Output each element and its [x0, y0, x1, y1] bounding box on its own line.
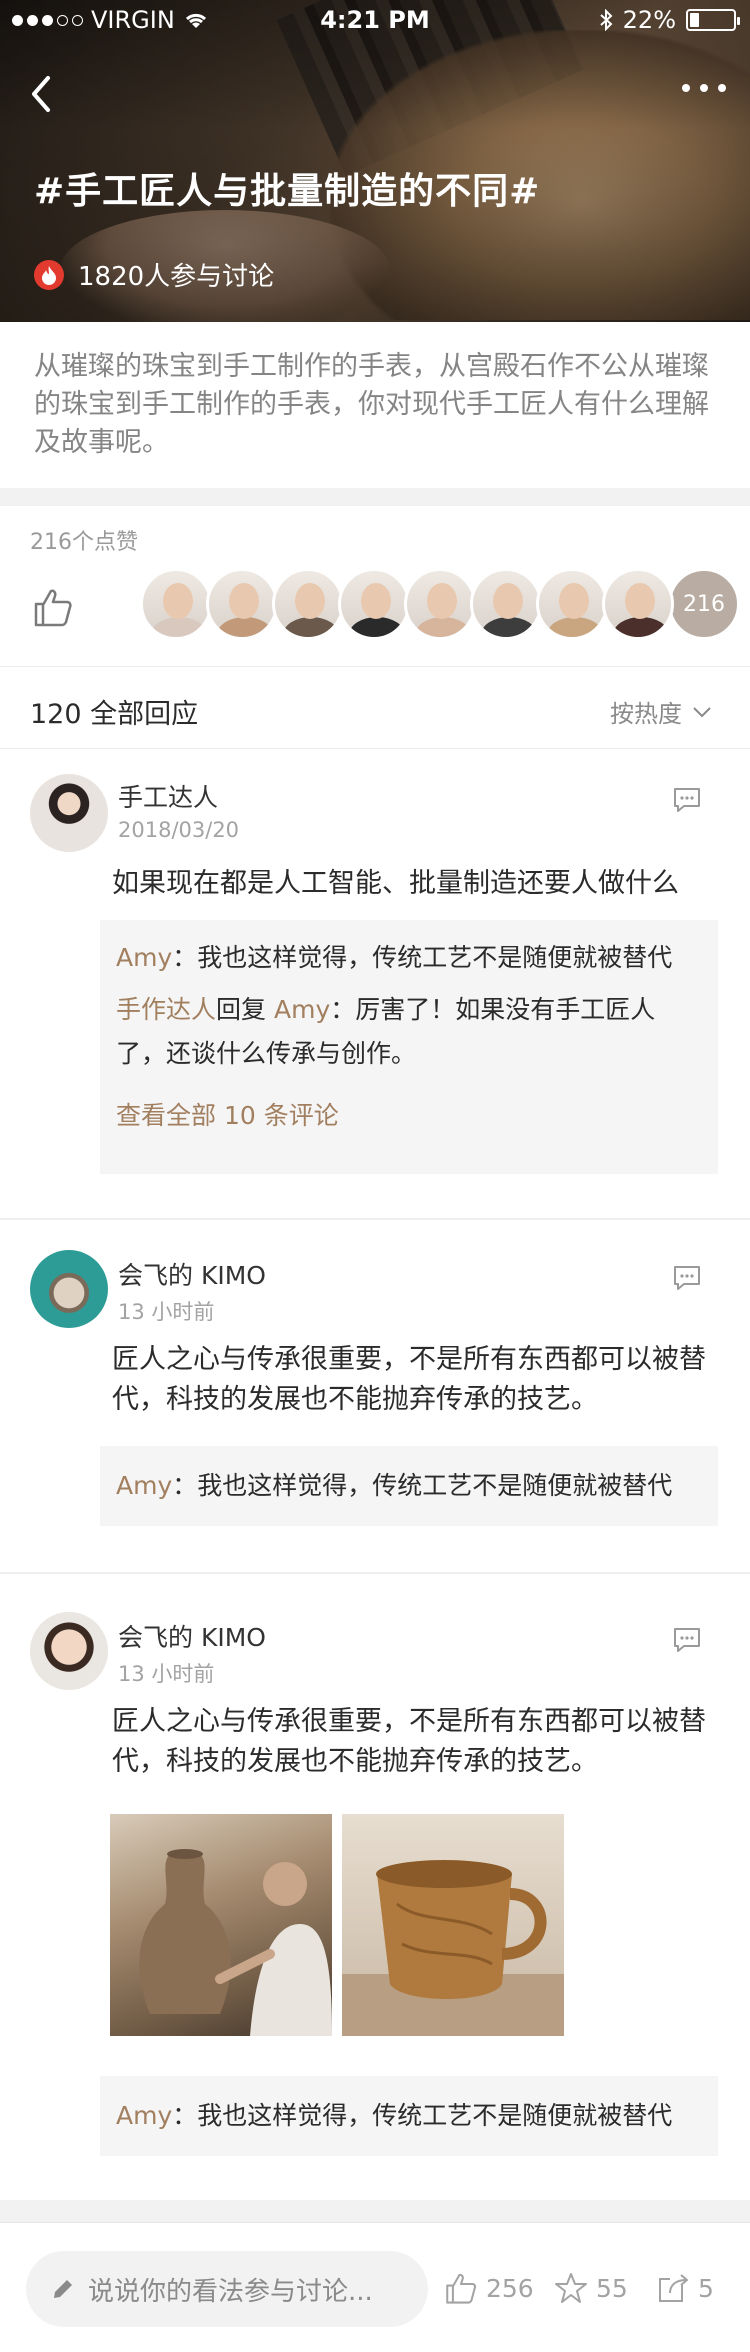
- vase-image: [139, 1849, 332, 2036]
- liker-avatar[interactable]: [140, 568, 212, 640]
- share-count: 5: [698, 2273, 714, 2303]
- back-chevron-icon[interactable]: [24, 72, 60, 116]
- share-icon: [659, 2274, 688, 2302]
- liker-avatars[interactable]: 216: [140, 568, 740, 640]
- like-count: 256: [486, 2273, 534, 2303]
- fire-icon: [34, 259, 64, 290]
- liker-avatar[interactable]: [338, 568, 410, 640]
- reply-author[interactable]: Amy: [116, 1471, 172, 1500]
- reply-text: 我也这样觉得，传统工艺不是随便就被替代: [197, 1471, 673, 1500]
- comment-input-placeholder: 说说你的看法参与讨论...: [88, 2276, 373, 2307]
- reply-target[interactable]: Amy: [274, 995, 330, 1024]
- comment-author[interactable]: 手工达人: [118, 778, 218, 814]
- reply-text: 我也这样觉得，传统工艺不是随便就被替代: [197, 943, 673, 972]
- battery-percent: 22%: [622, 6, 676, 34]
- likes-label: 216个点赞: [30, 530, 138, 555]
- comment-time: 2018/03/20: [118, 818, 240, 842]
- comment-text: 匠人之心与传承很重要，不是所有东西都可以被替代，科技的发展也不能抛弃传承的技艺。: [112, 1706, 706, 1777]
- participants-count: 1820人参与讨论: [34, 256, 274, 293]
- reply-item[interactable]: 手作达人回复 Amy：厉害了！如果没有手工匠人了，还谈什么传承与创作。: [116, 988, 702, 1076]
- reply-author[interactable]: 手作达人: [116, 995, 216, 1024]
- like-button[interactable]: 256: [444, 2271, 534, 2305]
- liker-avatar[interactable]: [272, 568, 344, 640]
- comment-text: 匠人之心与传承很重要，不是所有东西都可以被替代，科技的发展也不能抛弃传承的技艺。: [112, 1344, 706, 1415]
- section-divider: [0, 488, 750, 506]
- battery-icon: [686, 9, 740, 31]
- reply-item[interactable]: Amy：我也这样觉得，传统工艺不是随便就被替代: [116, 1466, 702, 1506]
- reply-item[interactable]: Amy：我也这样觉得，传统工艺不是随便就被替代: [116, 2096, 702, 2136]
- liker-avatar[interactable]: [602, 568, 674, 640]
- avatar[interactable]: [30, 1250, 108, 1328]
- view-all-comments-link[interactable]: 查看全部 10 条评论: [116, 1096, 702, 1132]
- comment-photo-cup[interactable]: [342, 1814, 564, 2036]
- comment-bubble-icon[interactable]: [672, 1264, 702, 1292]
- comment-author[interactable]: 会飞的 KIMO: [118, 1256, 266, 1292]
- avatar[interactable]: [30, 774, 108, 852]
- reply-box: Amy：我也这样觉得，传统工艺不是随便就被替代: [100, 1446, 718, 1526]
- comment-text: 如果现在都是人工智能、批量制造还要人做什么: [112, 868, 679, 899]
- comment-time: 13 小时前: [118, 1300, 215, 1324]
- star-icon: [555, 2273, 587, 2303]
- comment-input[interactable]: 说说你的看法参与讨论...: [26, 2251, 428, 2327]
- comment-photo-vase[interactable]: [110, 1814, 332, 2036]
- liker-avatar[interactable]: [206, 568, 278, 640]
- sort-label: 按热度: [610, 700, 682, 728]
- comment-author[interactable]: 会飞的 KIMO: [118, 1618, 266, 1654]
- comment-bubble-icon[interactable]: [672, 786, 702, 814]
- status-bar: VIRGIN 4:21 PM 22%: [0, 0, 750, 40]
- share-button[interactable]: 5: [656, 2271, 714, 2305]
- replies-title: 120 全部回应: [30, 699, 199, 730]
- participants-label: 1820人参与讨论: [78, 262, 275, 292]
- favorite-button[interactable]: 55: [554, 2271, 628, 2305]
- hero-banner: VIRGIN 4:21 PM 22% #手工匠人与批量制造的不同# 1820人参…: [0, 0, 750, 322]
- sort-dropdown[interactable]: 按热度: [610, 694, 712, 729]
- comment-time: 13 小时前: [118, 1662, 215, 1686]
- topic-description: 从璀璨的珠宝到手工制作的手表，从宫殿石作不公从璀璨的珠宝到手工制作的手表，你对现…: [34, 351, 709, 458]
- topic-title: #手工匠人与批量制造的不同#: [34, 171, 541, 212]
- reply-text: 我也这样觉得，传统工艺不是随便就被替代: [197, 2101, 673, 2130]
- wooden-cup-image: [342, 1860, 564, 2036]
- bluetooth-icon: [599, 9, 613, 31]
- bottom-action-bar: 说说你的看法参与讨论... 256 55 5: [0, 2222, 750, 2352]
- chevron-down-icon: [693, 706, 711, 717]
- favorite-count: 55: [596, 2273, 628, 2303]
- reply-item[interactable]: Amy：我也这样觉得，传统工艺不是随便就被替代: [116, 938, 702, 978]
- reply-author[interactable]: Amy: [116, 2101, 172, 2130]
- avatar[interactable]: [30, 1612, 108, 1690]
- liker-avatar[interactable]: [536, 568, 608, 640]
- reply-box: Amy：我也这样觉得，传统工艺不是随便就被替代: [100, 2076, 718, 2156]
- likes-count-badge[interactable]: 216: [668, 568, 740, 640]
- comment-bubble-icon[interactable]: [672, 1626, 702, 1654]
- pencil-icon: [54, 2278, 74, 2298]
- thumb-up-icon[interactable]: [32, 586, 74, 628]
- liker-avatar[interactable]: [404, 568, 476, 640]
- reply-box: Amy：我也这样觉得，传统工艺不是随便就被替代 手作达人回复 Amy：厉害了！如…: [100, 920, 718, 1174]
- more-dots-icon[interactable]: [682, 84, 726, 92]
- thumb-up-icon: [446, 2273, 477, 2304]
- liker-avatar[interactable]: [470, 568, 542, 640]
- reply-author[interactable]: Amy: [116, 943, 172, 972]
